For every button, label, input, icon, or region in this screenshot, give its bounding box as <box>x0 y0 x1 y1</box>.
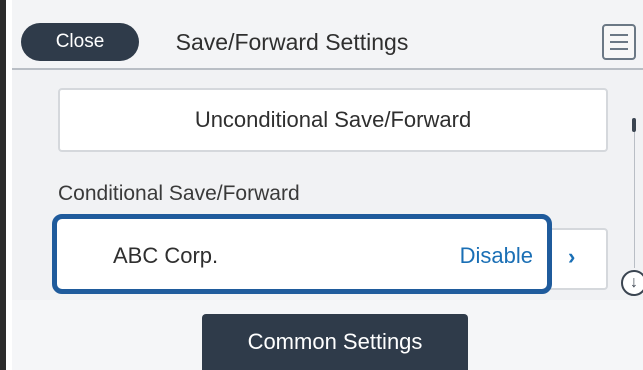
menu-list-icon[interactable] <box>602 24 636 60</box>
page-title: Save/Forward Settings <box>175 29 409 55</box>
entry-status: Disable <box>459 243 533 268</box>
close-button[interactable]: Close <box>21 23 139 61</box>
unconditional-save-forward-button[interactable]: Unconditional Save/Forward <box>58 88 608 152</box>
conditional-section-label: Conditional Save/Forward <box>58 182 300 205</box>
scrollbar-thumb[interactable] <box>632 118 636 132</box>
header-bar: Close Save/Forward Settings <box>12 0 643 70</box>
menu-line <box>610 41 628 43</box>
footer-bar: Common Settings <box>12 300 643 370</box>
scroll-down-icon[interactable]: ↓ <box>621 270 643 296</box>
chevron-right-icon: › <box>568 244 576 269</box>
entry-name: ABC Corp. <box>113 243 219 268</box>
common-settings-button[interactable]: Common Settings <box>202 314 468 370</box>
screen: Close Save/Forward Settings Unconditiona… <box>0 0 643 370</box>
scrollbar-track[interactable] <box>634 118 635 268</box>
menu-line <box>610 34 628 36</box>
conditional-entry-row[interactable]: ABC Corp. Disable <box>52 214 552 294</box>
row-detail-button[interactable]: › <box>546 228 608 290</box>
menu-line <box>610 48 628 50</box>
